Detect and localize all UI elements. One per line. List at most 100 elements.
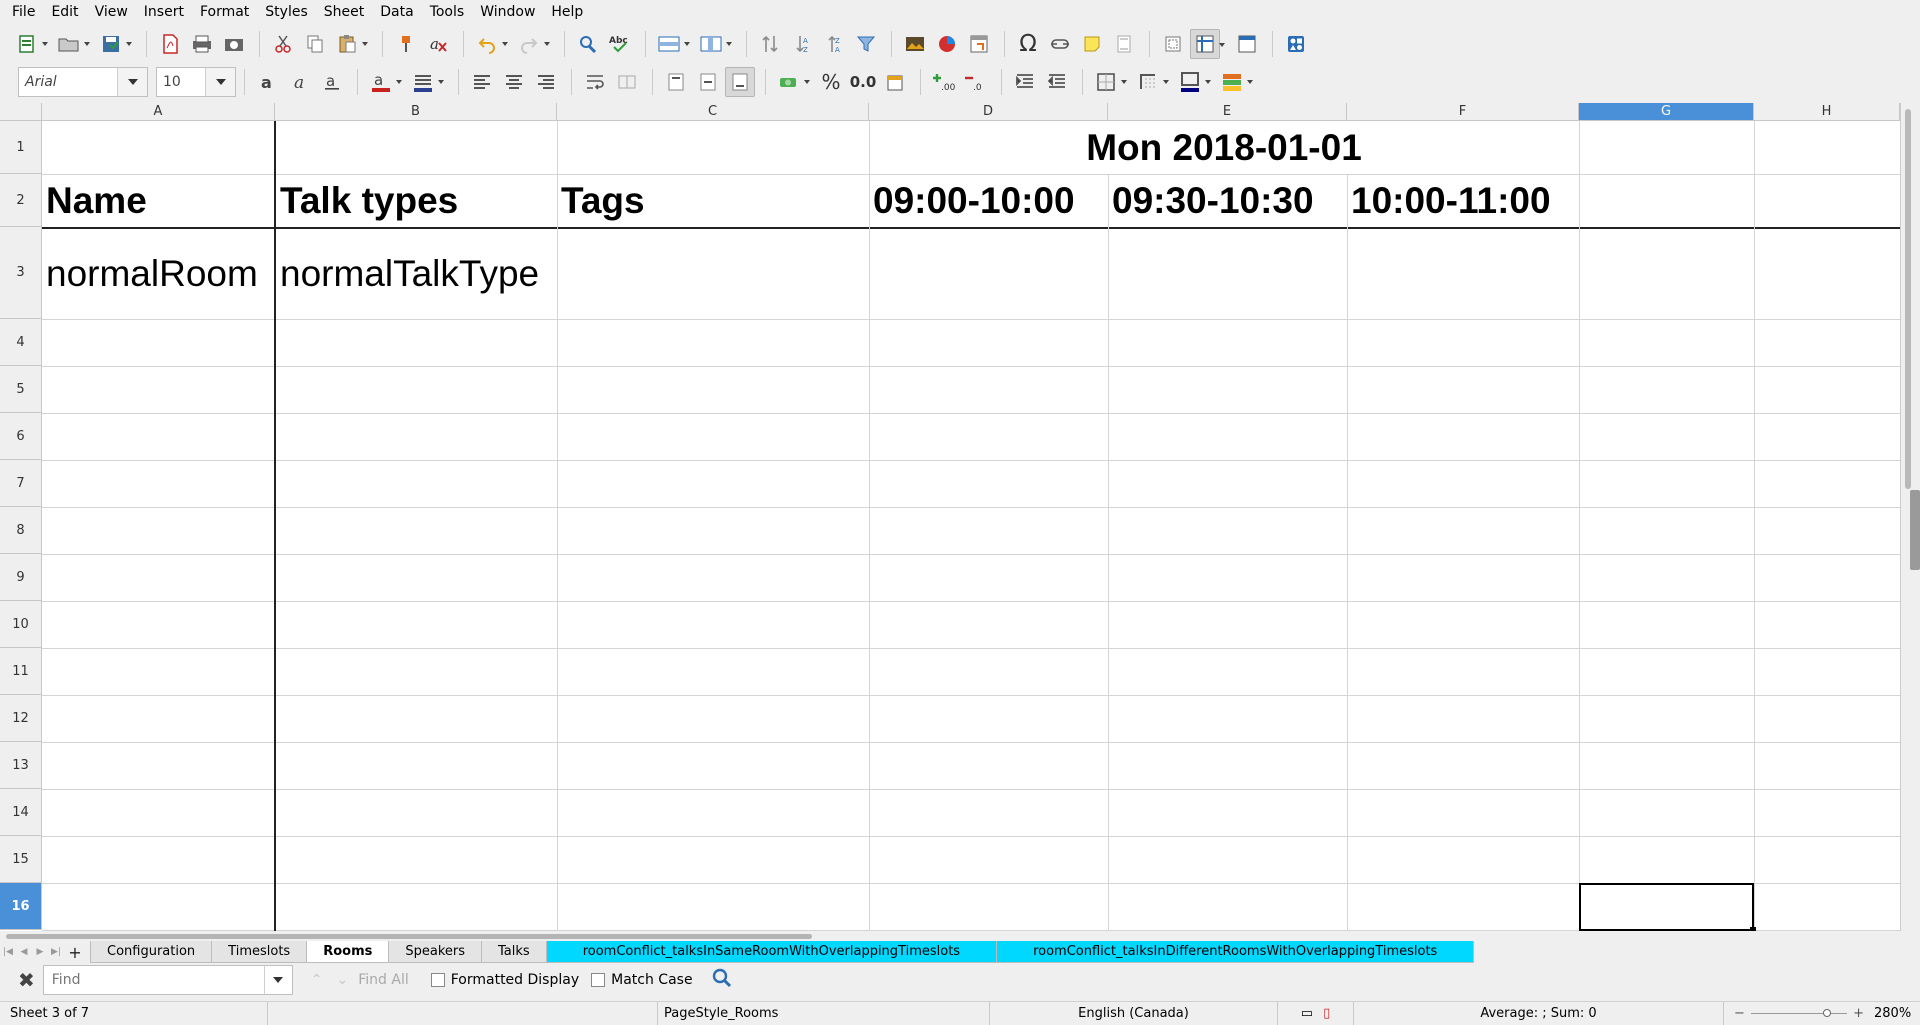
paste-icon[interactable] [332,29,368,59]
sheet-tab-configuration[interactable]: Configuration [90,941,213,963]
find-previous-icon[interactable]: ⌃ [311,972,323,988]
align-center-icon[interactable] [499,67,529,97]
increase-indent-icon[interactable] [1010,67,1040,97]
menu-view[interactable]: View [87,0,136,24]
column-header-c[interactable]: C [557,103,869,121]
border-color-icon[interactable] [1175,67,1211,97]
define-print-area-icon[interactable] [1158,29,1188,59]
clone-formatting-icon[interactable] [391,29,421,59]
row-header-15[interactable]: 15 [0,836,42,883]
row-header-4[interactable]: 4 [0,319,42,366]
currency-format-icon[interactable] [774,67,810,97]
borders-icon[interactable] [1091,67,1127,97]
selection-mode-icon[interactable]: ▭ [1301,1006,1313,1021]
row-header-8[interactable]: 8 [0,507,42,554]
zoom-slider-thumb[interactable] [1822,1009,1831,1017]
cell-f2-timeslot-header[interactable]: 10:00-11:00 [1347,174,1551,227]
row-header-7[interactable]: 7 [0,460,42,507]
decrease-indent-icon[interactable] [1042,67,1072,97]
column-header-h[interactable]: H [1754,103,1900,121]
comment-icon[interactable] [1077,29,1107,59]
cell-d2-timeslot-header[interactable]: 09:00-10:00 [869,174,1075,227]
column-header-b[interactable]: B [275,103,557,121]
wrap-text-icon[interactable] [580,67,610,97]
find-all-button[interactable]: Find All [358,972,409,988]
close-find-bar-icon[interactable]: ✖ [18,968,35,992]
horizontal-scroll-thumb[interactable] [6,934,812,939]
cell-a2-name-header[interactable]: Name [42,174,147,227]
row-header-16[interactable]: 16 [0,883,42,930]
horizontal-scrollbar[interactable] [0,931,1900,941]
find-history-dropdown-icon[interactable] [263,966,292,994]
active-cell-g16[interactable] [1579,883,1754,931]
sidebar-toggle-handle[interactable] [1910,490,1920,570]
column-header-a[interactable]: A [42,103,275,121]
export-pdf-icon[interactable] [155,29,185,59]
bold-icon[interactable]: a [253,67,283,97]
row-header-9[interactable]: 9 [0,554,42,601]
align-bottom-icon[interactable] [725,67,755,97]
row-header-5[interactable]: 5 [0,366,42,413]
headers-footers-icon[interactable] [1109,29,1139,59]
print-preview-icon[interactable] [219,29,249,59]
number-format-icon[interactable]: 0.0 [848,67,878,97]
add-decimal-icon[interactable]: .00 [929,67,959,97]
align-right-icon[interactable] [531,67,561,97]
column-header-g[interactable]: G [1579,103,1754,121]
zoom-level[interactable]: 280% [1874,1002,1920,1025]
conditional-format-icon[interactable] [1217,67,1253,97]
menu-data[interactable]: Data [372,0,421,24]
cell-d1-date-header[interactable]: Mon 2018-01-01 [869,121,1579,174]
row-header-14[interactable]: 14 [0,789,42,836]
previous-sheet-icon[interactable]: ◀ [16,941,32,963]
clear-formatting-icon[interactable]: a [423,29,453,59]
font-size-dropdown-icon[interactable] [205,68,235,96]
autofilter-icon[interactable] [851,29,881,59]
select-all-corner[interactable] [0,103,42,121]
sheet-tab-timeslots[interactable]: Timeslots [211,941,308,963]
status-language[interactable]: English (Canada) [990,1002,1278,1025]
zoom-out-icon[interactable]: − [1734,1006,1745,1021]
new-document-icon[interactable] [12,29,48,59]
show-draw-functions-icon[interactable] [1281,29,1311,59]
find-replace-icon[interactable] [573,29,603,59]
merge-cells-icon[interactable] [612,67,642,97]
print-icon[interactable] [187,29,217,59]
underline-icon[interactable]: a [317,67,347,97]
menu-styles[interactable]: Styles [257,0,315,24]
zoom-slider[interactable]: − + [1724,1002,1874,1025]
sheet-tab-rooms[interactable]: Rooms [306,941,390,963]
match-case-checkbox[interactable] [591,973,606,987]
spellcheck-icon[interactable]: Abc [605,29,635,59]
vertical-scroll-thumb[interactable] [1905,109,1911,489]
align-top-icon[interactable] [661,67,691,97]
menu-insert[interactable]: Insert [136,0,192,24]
copy-icon[interactable] [300,29,330,59]
row-header-13[interactable]: 13 [0,742,42,789]
status-sum[interactable]: Average: ; Sum: 0 [1354,1002,1724,1025]
menu-format[interactable]: Format [192,0,257,24]
add-sheet-icon[interactable]: + [64,941,86,963]
row-header-3[interactable]: 3 [0,227,42,319]
column-header-d[interactable]: D [869,103,1108,121]
percent-format-icon[interactable]: % [816,67,846,97]
next-sheet-icon[interactable]: ▶ [32,941,48,963]
menu-help[interactable]: Help [543,0,591,24]
menu-edit[interactable]: Edit [43,0,86,24]
menu-file[interactable]: File [4,0,43,24]
font-color-icon[interactable]: a [366,67,402,97]
font-size-box[interactable]: 10 [156,67,236,97]
sort-ascending-icon[interactable]: AZ [787,29,817,59]
menu-sheet[interactable]: Sheet [316,0,372,24]
spreadsheet-grid[interactable]: A B C D E F G H 1 2 3 4 5 6 7 8 9 10 11 … [0,103,1900,931]
zoom-in-icon[interactable]: + [1853,1006,1864,1021]
insert-chart-icon[interactable] [932,29,962,59]
sort-icon[interactable] [755,29,785,59]
sort-descending-icon[interactable]: ZA [819,29,849,59]
undo-icon[interactable] [472,29,508,59]
row-header-10[interactable]: 10 [0,601,42,648]
row-header-6[interactable]: 6 [0,413,42,460]
first-sheet-icon[interactable]: |◀ [0,941,16,963]
find-replace-dialog-icon[interactable] [711,967,733,993]
italic-icon[interactable]: a [285,67,315,97]
